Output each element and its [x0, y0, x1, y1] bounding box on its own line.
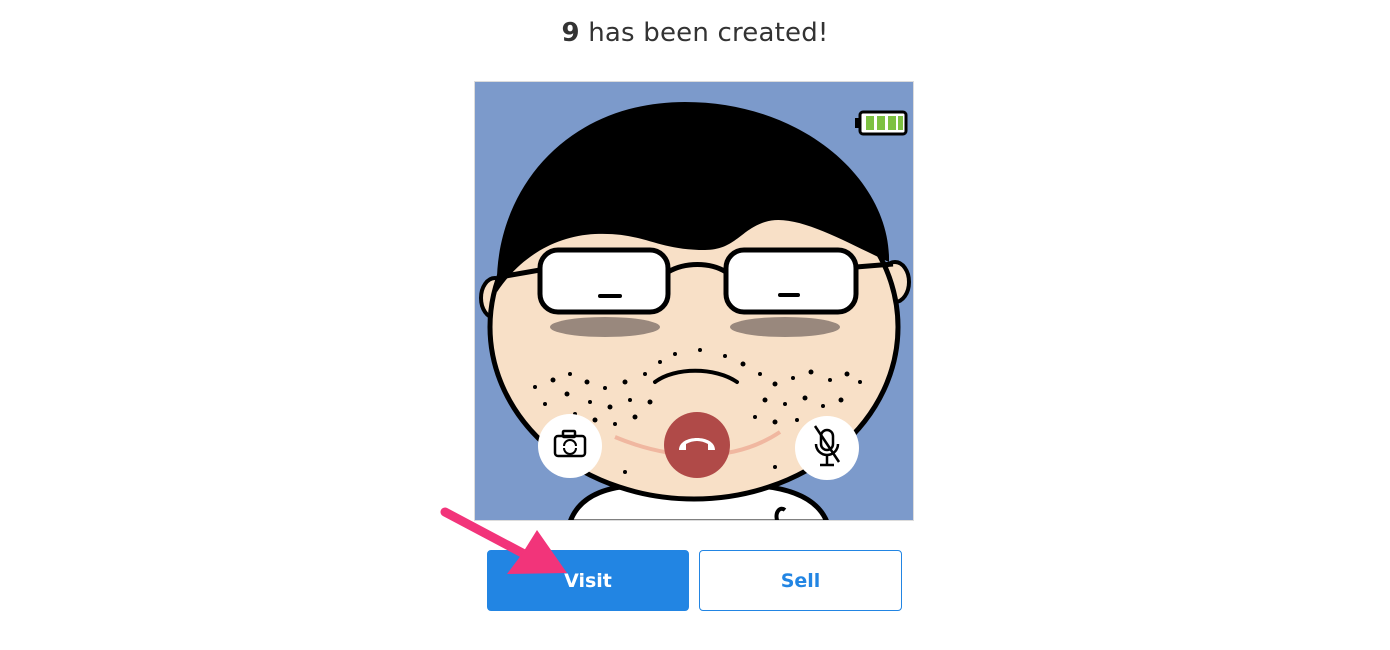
created-headline: 9 has been created! — [0, 18, 1390, 48]
avatar-image — [474, 81, 914, 521]
switch-camera-button[interactable] — [538, 414, 602, 478]
hang-up-bg — [664, 412, 730, 478]
battery-icon — [855, 110, 908, 136]
left-glass — [537, 247, 671, 315]
visit-button[interactable]: Visit — [487, 550, 689, 611]
sell-button[interactable]: Sell — [699, 550, 902, 611]
right-glass — [723, 247, 859, 315]
sell-button-label: Sell — [780, 569, 821, 592]
right-eye-shadow — [730, 317, 840, 337]
hang-up-button[interactable] — [664, 412, 730, 478]
left-eye-shadow — [550, 317, 660, 337]
mute-mic-button[interactable] — [795, 416, 859, 480]
mute-mic-bg — [795, 416, 859, 480]
page: 9 has been created! Visit Sell — [0, 0, 1390, 650]
created-text: has been created! — [579, 18, 829, 48]
created-number: 9 — [561, 18, 580, 48]
right-temple — [855, 261, 894, 270]
avatar-illustration — [475, 82, 913, 520]
visit-button-label: Visit — [564, 569, 612, 592]
switch-camera-bg — [538, 414, 602, 478]
